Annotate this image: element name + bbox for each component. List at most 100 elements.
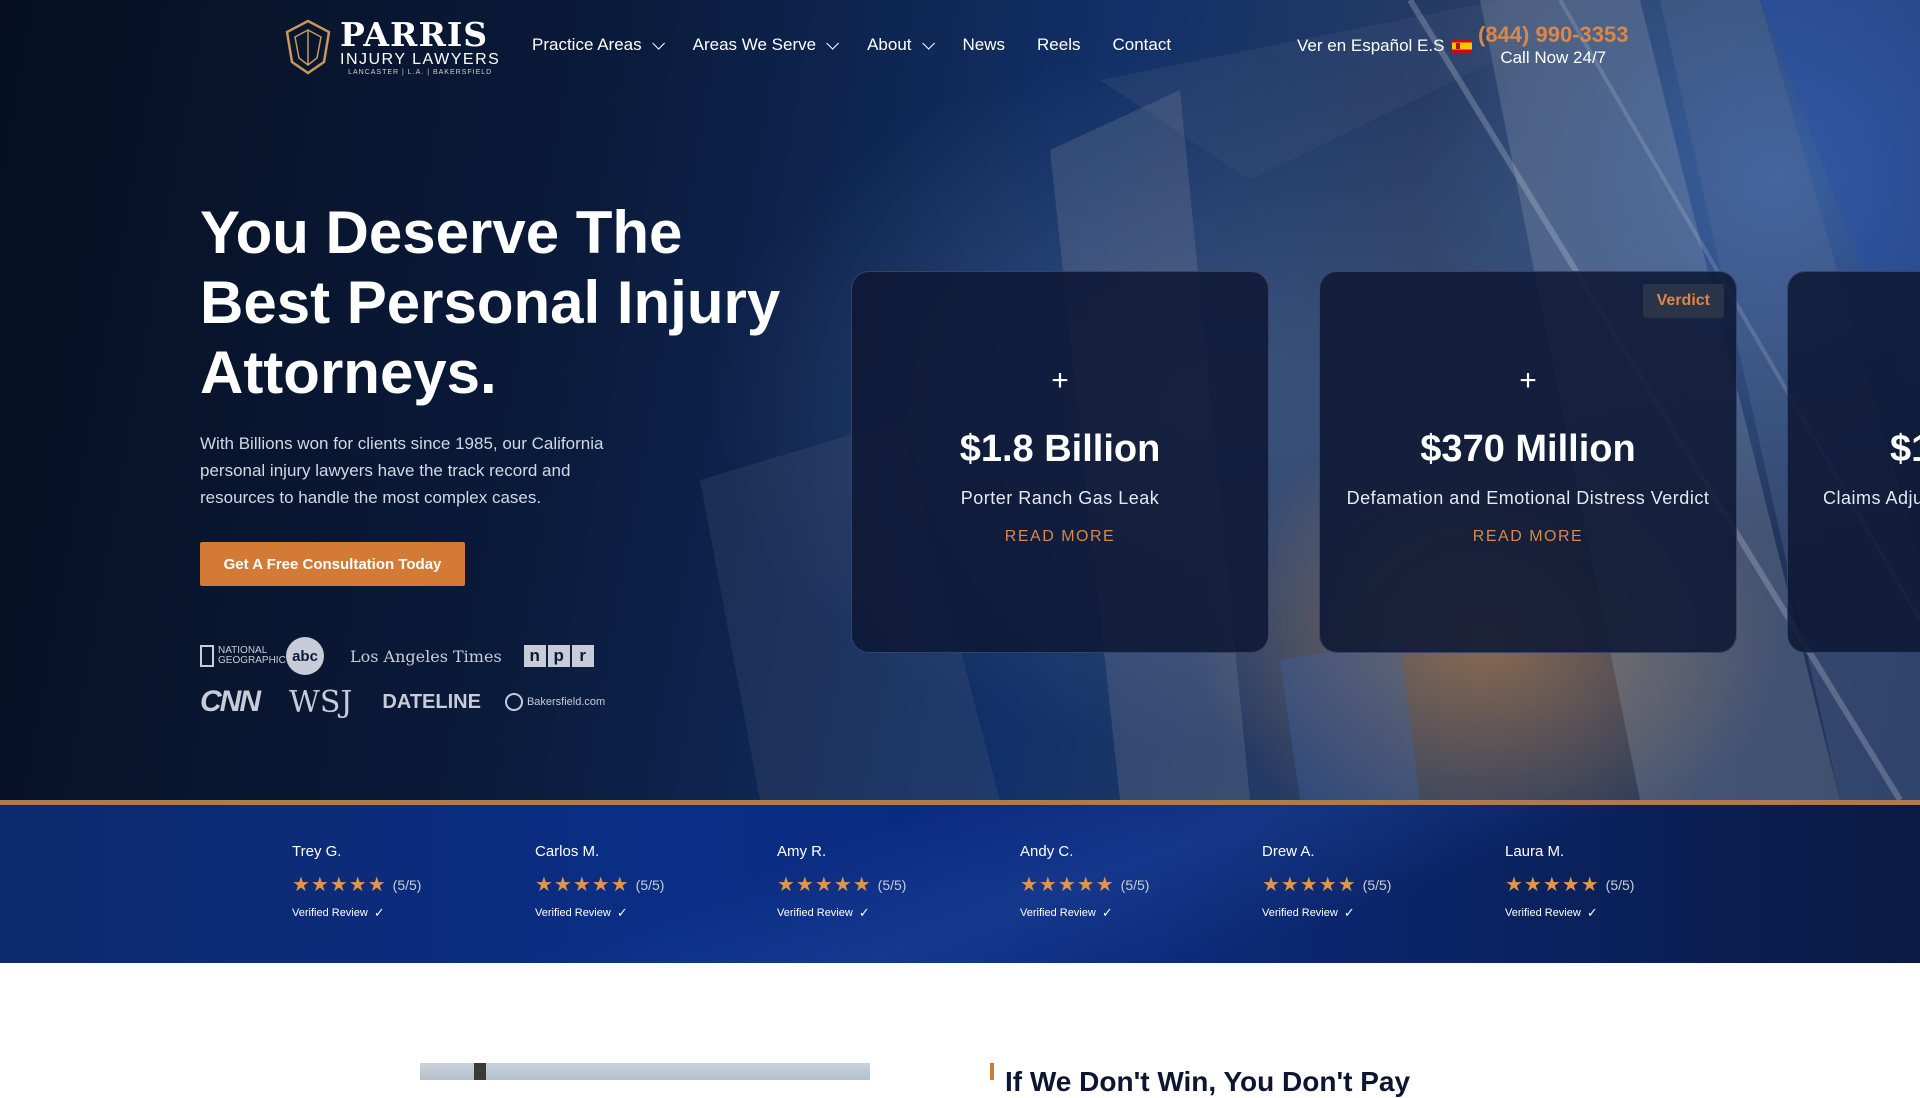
free-consultation-button[interactable]: Get A Free Consultation Today (200, 542, 465, 586)
natgeo-frame-icon (200, 645, 214, 667)
nav-label: About (867, 35, 912, 54)
nav-label: News (962, 35, 1006, 54)
review-item: Andy C. ★★★★★ (5/5) Verified Review ✓ (1020, 843, 1149, 921)
hero-lead-text: With Billions won for clients since 1985… (200, 434, 604, 507)
abc-logo: abc (286, 637, 324, 675)
dateline-logo: DATELINE (382, 690, 481, 713)
nav-contact[interactable]: Contact (1113, 35, 1172, 55)
result-amount: $1.8 Billion (959, 428, 1161, 470)
checkmark-icon: ✓ (1101, 905, 1113, 920)
checkmark-icon: ✓ (373, 905, 385, 920)
star-icon: ★★★★★ (1505, 874, 1600, 896)
star-icon: ★★★★★ (292, 874, 387, 896)
reviewer-name: Laura M. (1505, 843, 1565, 860)
rating: ★★★★★ (5/5) (1020, 872, 1149, 897)
checkmark-icon: ✓ (1586, 905, 1598, 920)
nav-areas-we-serve[interactable]: Areas We Serve (692, 35, 840, 55)
logo-name: PARRIS (340, 14, 489, 54)
verified-review: Verified Review ✓ (1262, 905, 1391, 921)
nav-reels[interactable]: Reels (1037, 35, 1080, 55)
rating-score: (5/5) (877, 876, 907, 893)
logo-wordmark: PARRIS INJURY LAWYERS LANCASTER | L.A. |… (340, 14, 500, 76)
phone-call-link[interactable]: (844) 990-3353 Call Now 24/7 (1478, 22, 1628, 68)
reviewer-name: Amy R. (777, 843, 827, 860)
rating-score: (5/5) (1362, 876, 1392, 893)
verified-review: Verified Review ✓ (1020, 905, 1149, 921)
section-title: If We Don't Win, You Don't Pay (1005, 1066, 1411, 1097)
star-icon: ★★★★★ (1020, 874, 1115, 896)
verified-review: Verified Review ✓ (1505, 905, 1634, 921)
logo-locations: LANCASTER | L.A. | BAKERSFIELD (348, 68, 493, 76)
verified-label: Verified Review (777, 907, 853, 919)
nav-about[interactable]: About (867, 35, 935, 55)
nav-label: Areas We Serve (692, 35, 817, 54)
bakersfield-label: Bakersfield.com (526, 696, 606, 708)
review-item: Laura M. ★★★★★ (5/5) Verified Review ✓ (1505, 843, 1634, 921)
site-logo[interactable]: PARRIS INJURY LAWYERS LANCASTER | L.A. |… (284, 18, 500, 76)
rating: ★★★★★ (5/5) (1262, 872, 1391, 897)
review-item: Amy R. ★★★★★ (5/5) Verified Review ✓ (777, 843, 906, 921)
los-angeles-times-logo: Los Angeles Times (350, 646, 502, 666)
rating: ★★★★★ (5/5) (1505, 872, 1634, 897)
rating: ★★★★★ (5/5) (292, 872, 421, 897)
star-icon: ★★★★★ (777, 874, 872, 896)
verified-review: Verified Review ✓ (292, 905, 421, 921)
wsj-logo: WSJ (289, 684, 353, 720)
nav-label: Reels (1037, 35, 1081, 54)
verified-label: Verified Review (1020, 907, 1096, 919)
plus-icon: + (1051, 364, 1069, 397)
result-card-partial[interactable]: $1 Claims Adju (1787, 271, 1920, 653)
nav-practice-areas[interactable]: Practice Areas (532, 35, 665, 55)
site-header: PARRIS INJURY LAWYERS LANCASTER | L.A. |… (0, 0, 1920, 95)
reviewer-name: Carlos M. (535, 843, 600, 860)
next-section: If We Don't Win, You Don't Pay (0, 963, 1920, 1097)
checkmark-icon: ✓ (1343, 905, 1355, 920)
section-image (420, 1063, 870, 1080)
reviews-strip: Trey G. ★★★★★ (5/5) Verified Review ✓ Carl… (0, 800, 1920, 963)
spanish-language-link[interactable]: Ver en Español E.S (1297, 36, 1473, 56)
result-case-name: Defamation and Emotional Distress Verdic… (1346, 488, 1710, 508)
reviewer-name: Trey G. (292, 843, 342, 860)
rating-score: (5/5) (1120, 876, 1150, 893)
checkmark-icon: ✓ (616, 905, 628, 920)
review-item: Trey G. ★★★★★ (5/5) Verified Review ✓ (292, 843, 421, 921)
bakersfield-emblem-icon (504, 693, 523, 711)
result-card[interactable]: + $1.8 Billion Porter Ranch Gas Leak REA… (851, 271, 1269, 653)
verified-label: Verified Review (535, 907, 611, 919)
hero-headline: You Deserve The Best Personal Injury Att… (200, 199, 781, 406)
verified-label: Verified Review (1262, 907, 1338, 919)
npr-letter: p (547, 645, 570, 667)
result-card[interactable]: Verdict + $370 Million Defamation and Em… (1319, 271, 1737, 653)
spain-flag-icon (1452, 39, 1473, 53)
national-geographic-logo: NATIONAL GEOGRAPHIC (200, 645, 286, 667)
npr-letter: n (523, 645, 546, 667)
reviewer-name: Andy C. (1020, 843, 1074, 860)
star-icon: ★★★★★ (1262, 874, 1357, 896)
read-more-link[interactable]: READ MORE (1320, 528, 1736, 546)
nav-news[interactable]: News (963, 35, 1006, 55)
cnn-logo: CNN (200, 685, 261, 718)
media-row: NATIONAL GEOGRAPHIC abc Los Angeles Times… (200, 633, 620, 679)
verified-label: Verified Review (1505, 907, 1581, 919)
result-case-name: Claims Adju (1823, 488, 1920, 508)
rating: ★★★★★ (5/5) (535, 872, 664, 897)
verified-label: Verified Review (292, 907, 368, 919)
result-amount: $1 (1890, 428, 1920, 470)
verified-review: Verified Review ✓ (777, 905, 906, 921)
verdict-badge: Verdict (1642, 284, 1724, 318)
read-more-link[interactable]: READ MORE (852, 528, 1268, 546)
rating-score: (5/5) (392, 876, 422, 893)
nav-label: Practice Areas (532, 35, 642, 54)
reviewer-name: Drew A. (1262, 843, 1315, 860)
chevron-down-icon (651, 36, 665, 50)
media-mentions: NATIONAL GEOGRAPHIC abc Los Angeles Times… (200, 633, 620, 725)
hero-section: PARRIS INJURY LAWYERS LANCASTER | L.A. |… (0, 0, 1920, 800)
natgeo-line-2: GEOGRAPHIC (218, 655, 286, 666)
star-icon: ★★★★★ (535, 874, 630, 896)
phone-caption: Call Now 24/7 (1500, 48, 1607, 67)
checkmark-icon: ✓ (858, 905, 870, 920)
logo-emblem-icon (285, 19, 331, 75)
npr-logo: n p r (523, 645, 596, 667)
result-case-name: Porter Ranch Gas Leak (960, 488, 1160, 508)
rating-score: (5/5) (635, 876, 665, 893)
